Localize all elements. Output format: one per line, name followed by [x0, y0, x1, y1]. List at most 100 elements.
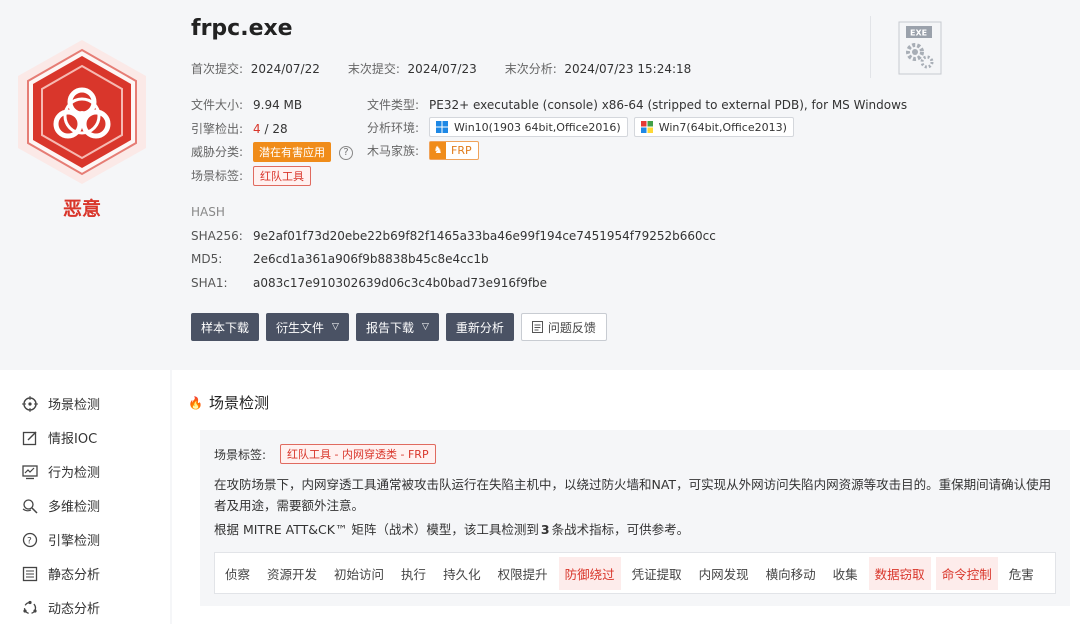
- exe-gear-icon: EXE: [898, 21, 942, 75]
- mitre-count: 3: [540, 522, 550, 537]
- tactic-item[interactable]: 收集: [827, 557, 864, 590]
- tactic-item[interactable]: 危害: [1003, 557, 1040, 590]
- help-icon[interactable]: ?: [339, 145, 353, 160]
- sidebar-item-multidim[interactable]: 多维检测: [22, 496, 100, 515]
- md5-value: 2e6cd1a361a906f9b8838b45c8e4cc1b: [253, 252, 489, 266]
- family-row: 木马家族: ♞ FRP: [367, 141, 479, 160]
- tactic-item[interactable]: 内网发现: [693, 557, 755, 590]
- windows7-icon: [640, 121, 653, 133]
- windows10-icon: [436, 121, 448, 133]
- sidebar-item-label: 场景检测: [48, 398, 101, 413]
- verdict-label: 恶意: [62, 198, 101, 220]
- report-download-button[interactable]: 报告下载 ▽: [355, 313, 439, 341]
- chevron-down-icon: ▽: [421, 322, 429, 332]
- md5-label: MD5:: [191, 252, 223, 266]
- scene-detail-tag[interactable]: 红队工具 - 内网穿透类 - FRP: [280, 444, 436, 464]
- tactic-item[interactable]: 执行: [395, 557, 432, 590]
- family-value: FRP: [451, 144, 472, 157]
- sidebar-item-engine[interactable]: ? 引擎检测: [22, 530, 100, 549]
- env-win10-label: Win10(1903 64bit,Office2016): [454, 120, 621, 134]
- last-analysis-date: 2024/07/23 15:24:18: [564, 62, 692, 76]
- exe-icon-text: EXE: [910, 29, 927, 38]
- verdict-badge: 恶意: [12, 36, 152, 220]
- list-icon: [22, 566, 38, 581]
- biohazard-hexagon-icon: [18, 40, 146, 184]
- sha1-row: SHA1: a083c17e910302639d06c3c4b0bad73e916…: [191, 276, 547, 290]
- chevron-down-icon: ▽: [332, 322, 339, 332]
- trojan-icon: ♞: [430, 142, 446, 159]
- first-submit-label: 首次提交:: [191, 62, 244, 76]
- section-title: 🔥 场景检测: [188, 392, 269, 413]
- last-submit-label: 末次提交:: [347, 62, 400, 76]
- md5-row: MD5: 2e6cd1a361a906f9b8838b45c8e4cc1b: [191, 252, 489, 266]
- scene-description: 在攻防场景下，内网穿透工具通常被攻击队运行在失陷主机中，以绕过防火墙和NAT，可…: [214, 477, 1052, 513]
- type-value: PE32+ executable (console) x86-64 (strip…: [429, 98, 908, 112]
- feedback-button[interactable]: 问题反馈: [520, 313, 607, 341]
- sidebar-item-label: 引擎检测: [48, 534, 101, 549]
- feedback-label: 问题反馈: [547, 320, 596, 335]
- main-content: 🔥 场景检测 场景标签: 红队工具 - 内网穿透类 - FRP 在攻防场景下，内…: [172, 370, 1080, 624]
- sidebar-item-dynamic[interactable]: 动态分析: [22, 598, 100, 617]
- reanalyze-label: 重新分析: [455, 320, 504, 335]
- engines-row: 引擎检出: 4 / 28: [191, 120, 288, 137]
- sample-download-button[interactable]: 样本下载: [191, 313, 260, 341]
- tactic-item[interactable]: 初始访问: [328, 557, 390, 590]
- sample-download-label: 样本下载: [201, 320, 250, 335]
- threat-row: 威胁分类: 潜在有害应用?: [191, 142, 353, 162]
- sidebar-item-scene[interactable]: 场景检测: [22, 394, 100, 413]
- crosshair-icon: [22, 395, 38, 412]
- section-title-text: 场景检测: [208, 394, 269, 412]
- mitre-post-text: 条战术指标，可供参考。: [551, 522, 690, 537]
- size-row: 文件大小: 9.94 MB: [191, 96, 302, 113]
- scene-panel: 场景标签: 红队工具 - 内网穿透类 - FRP 在攻防场景下，内网穿透工具通常…: [200, 430, 1070, 606]
- tactic-item[interactable]: 防御绕过: [558, 556, 621, 590]
- family-tag[interactable]: ♞ FRP: [429, 141, 479, 160]
- tactic-item[interactable]: 资源开发: [261, 557, 323, 590]
- submit-meta: 首次提交: 2024/07/22 末次提交: 2024/07/23 末次分析: …: [191, 60, 719, 77]
- derived-files-button[interactable]: 衍生文件 ▽: [266, 313, 349, 341]
- tactic-item[interactable]: 持久化: [437, 557, 487, 590]
- sidebar-item-static[interactable]: 静态分析: [22, 564, 100, 583]
- family-label: 木马家族:: [367, 144, 420, 158]
- env-win10[interactable]: Win10(1903 64bit,Office2016): [429, 117, 628, 137]
- edit-note-icon: [22, 431, 37, 445]
- tactic-item[interactable]: 凭证提取: [626, 557, 688, 590]
- monitor-chart-icon: [22, 464, 38, 479]
- tactic-item[interactable]: 侦察: [219, 557, 256, 590]
- tactic-item[interactable]: 权限提升: [492, 557, 554, 590]
- file-header: 恶意 frpc.exe 首次提交: 2024/07/22 末次提交: 2024/…: [0, 0, 1080, 368]
- sha256-value: 9e2af01f73d20ebe22b69f82f1465a33ba46e99f…: [253, 229, 716, 243]
- size-value: 9.94 MB: [253, 98, 303, 112]
- engines-hit: 4: [253, 122, 261, 136]
- sha1-value: a083c17e910302639d06c3c4b0bad73e916f9fbe: [253, 276, 548, 290]
- size-label: 文件大小:: [191, 98, 244, 112]
- tactic-item[interactable]: 横向移动: [760, 557, 822, 590]
- sidebar-nav: 场景检测 情报IOC 行为检测 多维检测 ? 引擎检测 静态分析 动态分析: [0, 370, 170, 624]
- threat-label: 威胁分类:: [191, 145, 244, 159]
- sidebar-item-label: 多维检测: [48, 500, 101, 515]
- mitre-summary: 根据 MITRE ATT&CK™ 矩阵（战术）模型，该工具检测到 3 条战术指标，可…: [214, 519, 689, 538]
- help-circle-icon: ?: [22, 532, 38, 547]
- sidebar-item-label: 情报IOC: [48, 432, 98, 447]
- reanalyze-button[interactable]: 重新分析: [445, 313, 514, 341]
- env-win7-label: Win7(64bit,Office2013): [658, 120, 787, 134]
- scene-tag-row: 场景标签: 红队工具 - 内网穿透类 - FRP: [214, 444, 436, 464]
- hash-heading: HASH: [191, 205, 225, 219]
- tactic-item[interactable]: 命令控制: [935, 556, 998, 590]
- report-download-label: 报告下载: [365, 320, 414, 335]
- search-layers-icon: [22, 498, 38, 514]
- sha256-label: SHA256:: [191, 229, 243, 243]
- scene-row: 场景标签: 红队工具: [191, 166, 311, 186]
- threat-tag[interactable]: 潜在有害应用: [253, 142, 331, 162]
- env-row: 分析环境: Win10(1903 64bit,Office2016) Win7(…: [367, 117, 800, 137]
- action-toolbar: 样本下载 衍生文件 ▽ 报告下载 ▽ 重新分析 问题反馈: [191, 313, 614, 341]
- sidebar-item-ioc[interactable]: 情报IOC: [22, 428, 97, 447]
- tactic-item[interactable]: 数据窃取: [868, 556, 931, 590]
- engines-label: 引擎检出:: [191, 122, 244, 136]
- sidebar-item-label: 行为检测: [48, 466, 101, 481]
- env-win7[interactable]: Win7(64bit,Office2013): [633, 117, 794, 137]
- scene-tag[interactable]: 红队工具: [253, 166, 311, 186]
- type-label: 文件类型:: [367, 98, 420, 112]
- sidebar-item-behavior[interactable]: 行为检测: [22, 462, 100, 481]
- exe-file-icon: EXE: [870, 16, 944, 78]
